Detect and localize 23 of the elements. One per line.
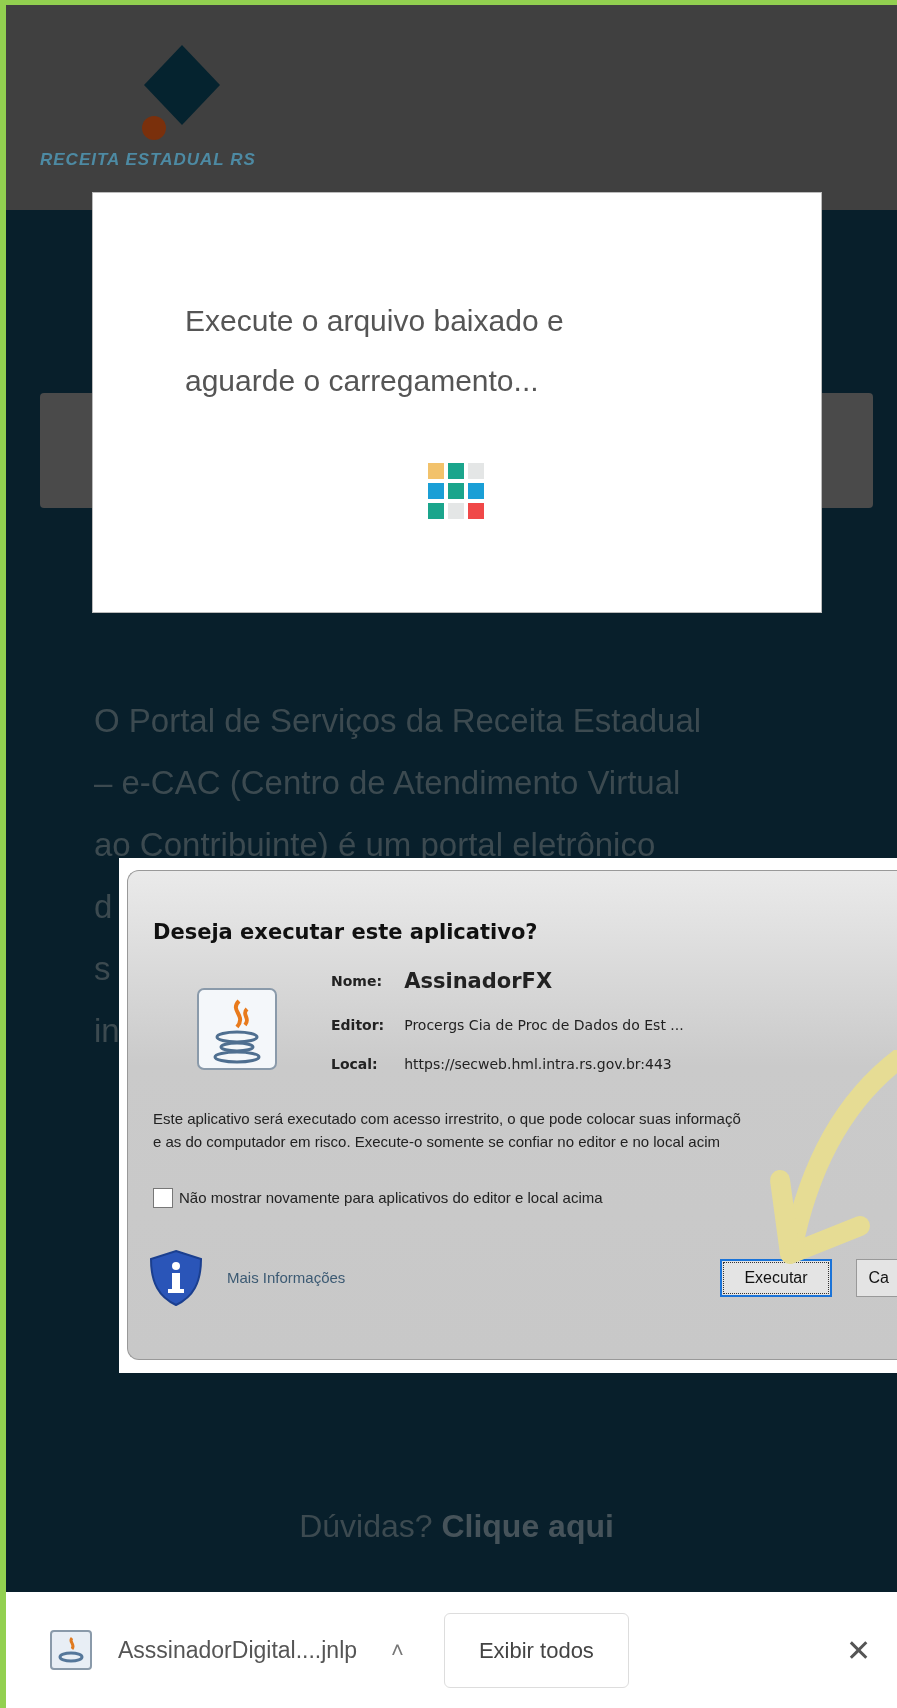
field-value: AssinadorFX — [404, 967, 554, 995]
caret-icon[interactable]: ˄ — [391, 1633, 404, 1667]
java-file-icon — [50, 1630, 92, 1670]
show-all-button[interactable]: Exibir todos — [443, 1612, 629, 1688]
loading-message: Execute o arquivo baixado e aguarde o carregamento... — [185, 303, 565, 399]
more-info-link[interactable]: Mais Informações — [227, 1266, 346, 1290]
checkbox-label[interactable]: Não mostrar novamente para aplicativos do editor e local acima — [179, 1186, 603, 1209]
checkbox[interactable] — [153, 1187, 173, 1208]
field-value: Procergs Cia de Proc de Dados do Est ... — [404, 1016, 684, 1036]
field-label: Local: — [331, 1055, 379, 1075]
warning-text-line: Este aplicativo será executado com acesso irrestrito, o que pode colocar suas informaçõ — [153, 1108, 742, 1129]
loading-spinner-icon — [428, 463, 484, 519]
warning-text-line: e as do computador em risco. Execute-o somente se confiar no editor e no local acim — [153, 1131, 721, 1152]
dialog-button[interactable]: Executar — [720, 1259, 832, 1297]
close-button[interactable]: ✕ — [840, 1626, 877, 1674]
download-filename[interactable]: AsssinadorDigital....jnlp — [118, 1632, 358, 1668]
dialog-title: Deseja executar este aplicativo? — [153, 919, 539, 946]
logo-text: RECEITA ESTADUAL RS — [40, 149, 257, 171]
info-shield-icon — [149, 1249, 203, 1307]
field-label: Nome: — [331, 971, 384, 991]
field-label: Editor: — [331, 1016, 385, 1036]
field-value: https://secweb.hml.intra.rs.gov.br:443 — [404, 1055, 673, 1075]
dialog-button[interactable]: Ca — [855, 1259, 897, 1297]
